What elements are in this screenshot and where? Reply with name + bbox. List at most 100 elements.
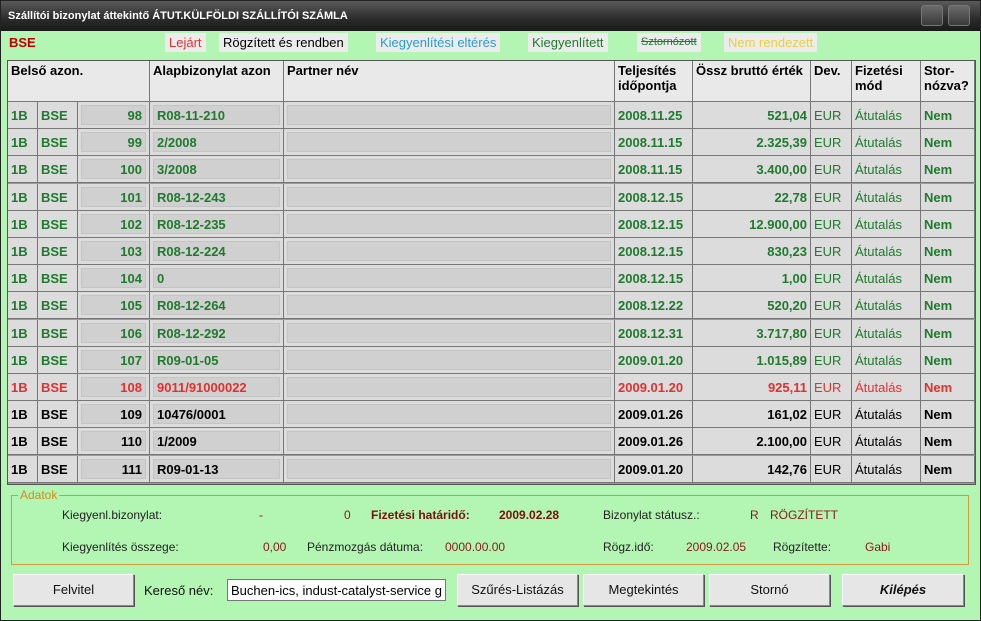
table-row[interactable]: 1B BSE 108 9011/91000022 2009.01.20 925,11 EUR… xyxy=(8,374,975,401)
cell-ceg: 1B xyxy=(8,210,38,238)
cell-alapbizonylat-text: R09-01-13 xyxy=(153,458,280,479)
table-row[interactable]: 1B BSE 104 0 2008.12.15 1,00 EUR Átutalás Nem xyxy=(8,265,975,293)
cell-teljesites: 2008.11.25 xyxy=(615,102,693,129)
cell-alapbizonylat-text: 0 xyxy=(153,268,280,289)
close-button[interactable] xyxy=(948,5,970,26)
cell-alapbizonylat: R08-12-243 xyxy=(150,183,284,211)
header-alapbizonylat[interactable]: Alapbizonylat azon xyxy=(150,61,284,102)
cell-deviza: EUR xyxy=(811,183,852,211)
cell-stornozva: Nem xyxy=(921,374,975,401)
cell-belso-azon: 100 xyxy=(78,156,150,184)
cell-stornozva: Nem xyxy=(921,129,975,157)
table-row[interactable]: 1B BSE 105 R08-12-264 2008.12.22 520,20 EUR Átu… xyxy=(8,292,975,320)
cell-brutto: 3.400,00 xyxy=(693,156,811,184)
cell-tipus: BSE xyxy=(38,210,78,238)
statusz-text: RÖGZÍTETT xyxy=(770,508,838,522)
cell-teljesites: 2008.12.15 xyxy=(615,210,693,238)
cell-stornozva: Nem xyxy=(921,238,975,265)
cell-tipus: BSE xyxy=(38,156,78,184)
table-row[interactable]: 1B BSE 101 R08-12-243 2008.12.15 22,78 EUR Átut… xyxy=(8,183,975,211)
cell-tipus: BSE xyxy=(38,102,78,129)
cell-belso-azon-text: 111 xyxy=(81,458,146,479)
cell-partner-text xyxy=(287,322,611,343)
header-stornozva[interactable]: Stor- nózva? xyxy=(921,61,975,102)
cell-partner-text xyxy=(287,186,611,207)
cell-deviza: EUR xyxy=(811,156,852,184)
table-row[interactable]: 1B BSE 109 10476/0001 2009.01.26 161,02 EUR Átu… xyxy=(8,401,975,429)
cell-tipus: BSE xyxy=(38,265,78,293)
table-row[interactable]: 1B BSE 99 2/2008 2008.11.15 2.325,39 EUR Átutal… xyxy=(8,129,975,157)
cell-ceg: 1B xyxy=(8,401,38,429)
table-row[interactable]: 1B BSE 106 R08-12-292 2008.12.31 3.717,80 EUR Á… xyxy=(8,319,975,347)
cell-deviza: EUR xyxy=(811,428,852,456)
cell-teljesites: 2009.01.20 xyxy=(615,455,693,483)
cell-belso-azon-text: 100 xyxy=(81,159,146,180)
cell-belso-azon: 110 xyxy=(78,428,150,456)
cell-deviza: EUR xyxy=(811,401,852,429)
title-bar: Szállítói bizonylat áttekintő ÁTUT.KÜLFÖ… xyxy=(1,1,980,31)
cell-alapbizonylat-text: R09-01-05 xyxy=(153,349,280,370)
cell-fizetesi-mod: Átutalás xyxy=(852,292,921,320)
szures-listazas-button[interactable]: Szűrés-Listázás xyxy=(457,574,578,606)
cell-belso-azon: 102 xyxy=(78,210,150,238)
cell-partner-text xyxy=(287,404,611,425)
header-fizetesi-mod[interactable]: Fizetési mód xyxy=(852,61,921,102)
table-row[interactable]: 1B BSE 100 3/2008 2008.11.15 3.400,00 EUR Átuta… xyxy=(8,156,975,184)
cell-belso-azon: 106 xyxy=(78,319,150,347)
rogzido-label: Rögz.idő: xyxy=(603,540,654,554)
details-panel: Adatok Kiegyenl.bizonylat: - 0 Fizetési … xyxy=(11,488,969,565)
storno-button[interactable]: Stornó xyxy=(709,574,830,606)
header-belso-azon[interactable]: Belső azon. xyxy=(8,61,150,102)
cell-ceg: 1B xyxy=(8,428,38,456)
cell-stornozva: Nem xyxy=(921,265,975,293)
cell-partner-text xyxy=(287,431,611,452)
table-row[interactable]: 1B BSE 102 R08-12-235 2008.12.15 12.900,00 EUR… xyxy=(8,210,975,238)
cell-belso-azon-text: 103 xyxy=(81,241,146,261)
kiegyenl-bizonylat-number: 0 xyxy=(344,508,351,522)
cell-teljesites: 2009.01.26 xyxy=(615,428,693,456)
cell-partner-text xyxy=(287,458,611,479)
cell-belso-azon-text: 104 xyxy=(81,268,146,289)
felvitel-button[interactable]: Felvitel xyxy=(13,574,134,606)
hatarido-value: 2009.02.28 xyxy=(499,508,560,522)
penzmozgas-label: Pénzmozgás dátuma: xyxy=(307,540,424,554)
search-input[interactable] xyxy=(227,579,446,601)
search-label: Kereső név: xyxy=(144,583,214,598)
kilepes-button[interactable]: Kilépés xyxy=(842,574,964,606)
cell-brutto: 520,20 xyxy=(693,292,811,320)
header-deviza[interactable]: Dev. xyxy=(811,61,852,102)
header-partner[interactable]: Partner név xyxy=(284,61,615,102)
header-teljesites[interactable]: Teljesítés időpontja xyxy=(615,61,693,102)
cell-belso-azon: 111 xyxy=(78,455,150,483)
cell-partner-text xyxy=(287,377,611,397)
cell-partner xyxy=(284,401,615,429)
table-row[interactable]: 1B BSE 98 R08-11-210 2008.11.25 521,04 EUR Átut… xyxy=(8,102,975,129)
cell-fizetesi-mod: Átutalás xyxy=(852,183,921,211)
cell-belso-azon: 109 xyxy=(78,401,150,429)
table-row[interactable]: 1B BSE 107 R09-01-05 2009.01.20 1.015,89 EUR Át… xyxy=(8,346,975,374)
minimize-button[interactable] xyxy=(921,5,943,26)
cell-ceg: 1B xyxy=(8,292,38,320)
table-row[interactable]: 1B BSE 111 R09-01-13 2009.01.20 142,76 EUR Átut… xyxy=(8,455,975,483)
cell-belso-azon-text: 110 xyxy=(81,431,146,452)
cell-partner xyxy=(284,292,615,320)
cell-alapbizonylat: R08-12-264 xyxy=(150,292,284,320)
cell-belso-azon-text: 102 xyxy=(81,213,146,234)
cell-tipus: BSE xyxy=(38,238,78,265)
cell-belso-azon-text: 107 xyxy=(81,349,146,370)
cell-fizetesi-mod: Átutalás xyxy=(852,129,921,157)
cell-alapbizonylat-text: R08-11-210 xyxy=(153,105,280,125)
cell-partner xyxy=(284,183,615,211)
cell-teljesites: 2008.12.15 xyxy=(615,238,693,265)
cell-ceg: 1B xyxy=(8,183,38,211)
table-row[interactable]: 1B BSE 110 1/2009 2009.01.26 2.100,00 EUR Átuta… xyxy=(8,428,975,456)
cell-stornozva: Nem xyxy=(921,401,975,429)
header-brutto[interactable]: Össz bruttó érték xyxy=(693,61,811,102)
osszeg-label: Kiegyenlítés összege: xyxy=(62,540,179,554)
legend-sztornozott: Sztornózott xyxy=(637,33,701,52)
table-row[interactable]: 1B BSE 103 R08-12-224 2008.12.15 830,23 EUR Átu… xyxy=(8,238,975,265)
cell-deviza: EUR xyxy=(811,319,852,347)
cell-fizetesi-mod: Átutalás xyxy=(852,210,921,238)
megtekintes-button[interactable]: Megtekintés xyxy=(583,574,704,606)
cell-ceg: 1B xyxy=(8,455,38,483)
